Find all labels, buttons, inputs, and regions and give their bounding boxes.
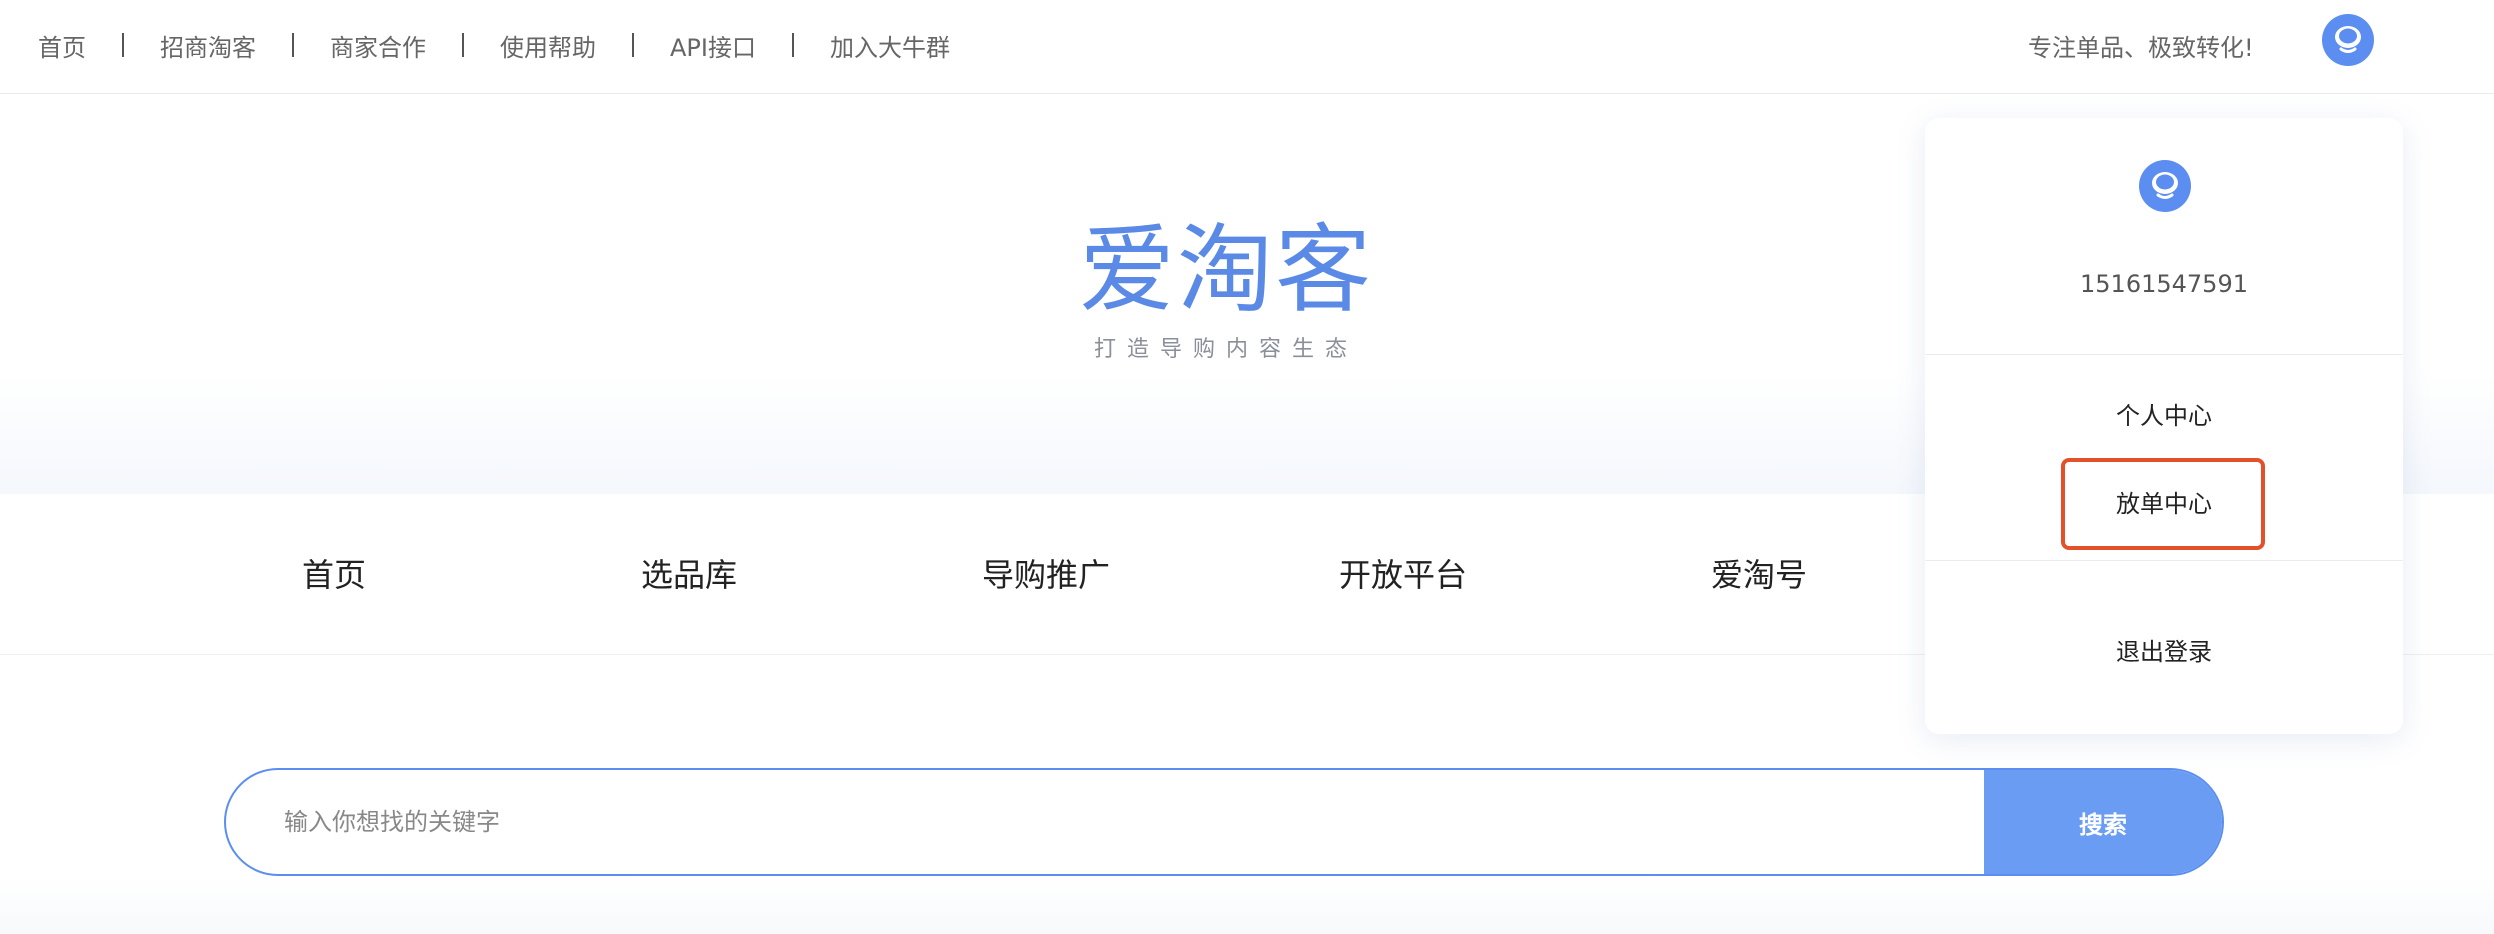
- user-phone-number: 15161547591: [2080, 270, 2248, 298]
- topnav-separator: [632, 33, 634, 57]
- topnav-separator: [122, 33, 124, 57]
- search-input[interactable]: [226, 770, 1986, 874]
- topnav-link-merchant[interactable]: 商家合作: [330, 28, 426, 63]
- user-avatar-button[interactable]: [2320, 12, 2376, 68]
- dropdown-divider: [1925, 560, 2403, 561]
- topnav-separator: [791, 33, 794, 57]
- topnav-link-home[interactable]: 首页: [38, 28, 86, 63]
- logo-title: 爱淘客: [1079, 214, 1373, 326]
- user-avatar-icon: [2139, 160, 2191, 212]
- slogan-text: 专注单品、极致转化!: [2028, 34, 2254, 62]
- user-avatar-icon: [2322, 14, 2374, 66]
- topnav-separator: [462, 33, 464, 57]
- top-bar: 首页 招商淘客 商家合作 使用帮助 API接口 加入大牛群 专注单品、极致转化!: [0, 0, 2494, 94]
- topnav-link-api[interactable]: API接口: [670, 28, 756, 63]
- menu-item-logout[interactable]: 退出登录: [1925, 632, 2403, 667]
- dropdown-divider: [1925, 354, 2403, 355]
- main-nav-item-promotion[interactable]: 导购推广: [982, 550, 1110, 596]
- main-nav-item-product-library[interactable]: 选品库: [641, 550, 737, 596]
- main-nav-item-open-platform[interactable]: 开放平台: [1339, 550, 1467, 596]
- search-button[interactable]: 搜索: [1984, 770, 2222, 874]
- topnav-separator: [292, 33, 294, 57]
- main-nav-item-home[interactable]: 首页: [302, 550, 366, 596]
- top-nav: 首页 招商淘客 商家合作 使用帮助 API接口 加入大牛群: [38, 0, 950, 90]
- menu-item-order-center[interactable]: 放单中心: [1925, 484, 2403, 519]
- topnav-link-recruit[interactable]: 招商淘客: [160, 28, 256, 63]
- bottom-fade: [0, 876, 2494, 934]
- dropdown-avatar: [2139, 160, 2191, 212]
- search-bar: 搜索: [224, 768, 2224, 876]
- site-logo[interactable]: 爱淘客 打造导购内容生态: [1070, 215, 1382, 375]
- main-nav-item-aitao-account[interactable]: 爱淘号: [1711, 550, 1807, 596]
- logo-subtitle: 打造导购内容生态: [1093, 337, 1358, 362]
- topnav-link-help[interactable]: 使用帮助: [500, 28, 596, 63]
- topnav-link-group[interactable]: 加入大牛群: [830, 28, 950, 63]
- user-dropdown-menu: 15161547591 个人中心 放单中心 退出登录: [1925, 118, 2403, 734]
- menu-item-personal-center[interactable]: 个人中心: [1925, 396, 2403, 431]
